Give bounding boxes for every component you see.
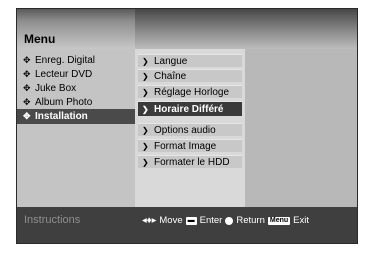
chevron-right-icon: ❯	[142, 71, 149, 81]
plus-icon: ✥	[23, 82, 31, 93]
plus-icon: ✥	[23, 96, 31, 107]
chevron-right-icon: ❯	[142, 141, 149, 151]
submenu-item-label: Formater le HDD	[154, 156, 230, 168]
menu-item-enreg-digital[interactable]: ✥ Enreg. Digital	[17, 53, 135, 67]
menu-item-album-photo[interactable]: ✥ Album Photo	[17, 95, 135, 109]
move-hint: Move	[159, 215, 183, 226]
menu-item-label: Installation	[35, 111, 88, 122]
submenu-item-format-image[interactable]: ❯ Format Image	[138, 139, 242, 152]
submenu-item-label: Horaire Différé	[154, 103, 224, 115]
chevron-right-icon: ❯	[142, 104, 149, 114]
title-bar-right	[135, 9, 357, 49]
submenu-item-horaire-differe[interactable]: ❯ Horaire Différé	[138, 101, 242, 116]
chevron-right-icon: ❯	[142, 125, 149, 135]
submenu-item-chaine[interactable]: ❯ Chaîne	[138, 69, 242, 82]
enter-hint: Enter	[199, 215, 223, 226]
return-hint: Return	[236, 215, 265, 226]
chevron-right-icon: ❯	[142, 56, 149, 66]
submenu-item-reglage-horloge[interactable]: ❯ Réglage Horloge	[138, 85, 242, 98]
menu-item-label: Lecteur DVD	[35, 68, 93, 80]
arrow-keys-icon: ◂♦▸	[142, 215, 157, 226]
menu-item-lecteur-dvd[interactable]: ✥ Lecteur DVD	[17, 67, 135, 81]
menu-item-juke-box[interactable]: ✥ Juke Box	[17, 81, 135, 95]
enter-key-icon: ▬	[185, 216, 197, 225]
page-title: Menu	[24, 32, 56, 46]
info-panel	[245, 49, 357, 207]
submenu-item-label: Chaîne	[154, 70, 187, 82]
plus-icon: ✥	[23, 54, 31, 65]
return-key-icon	[225, 216, 234, 225]
menu-item-label: Juke Box	[35, 82, 77, 94]
chevron-right-icon: ❯	[142, 87, 149, 97]
chevron-right-icon: ❯	[142, 157, 149, 167]
instructions-label: Instructions	[24, 214, 81, 226]
exit-hint: Exit	[293, 215, 309, 226]
submenu-item-label: Options audio	[154, 124, 216, 136]
submenu-item-formater-hdd[interactable]: ❯ Formater le HDD	[138, 155, 242, 168]
plus-icon: ✥	[23, 68, 31, 79]
submenu-item-label: Réglage Horloge	[154, 86, 230, 98]
key-hints: ◂♦▸ Move ▬ Enter Return Menu Exit	[142, 215, 309, 226]
submenu-item-langue[interactable]: ❯ Langue	[138, 54, 242, 67]
submenu-item-options-audio[interactable]: ❯ Options audio	[138, 123, 242, 136]
menu-item-label: Album Photo	[35, 96, 93, 108]
submenu-item-label: Format Image	[154, 140, 217, 152]
plus-icon: ✥	[23, 111, 31, 121]
submenu-item-label: Langue	[154, 55, 188, 67]
menu-key-icon: Menu	[267, 216, 291, 225]
menu-item-installation[interactable]: ✥ Installation	[17, 109, 135, 124]
menu-item-label: Enreg. Digital	[35, 54, 96, 66]
